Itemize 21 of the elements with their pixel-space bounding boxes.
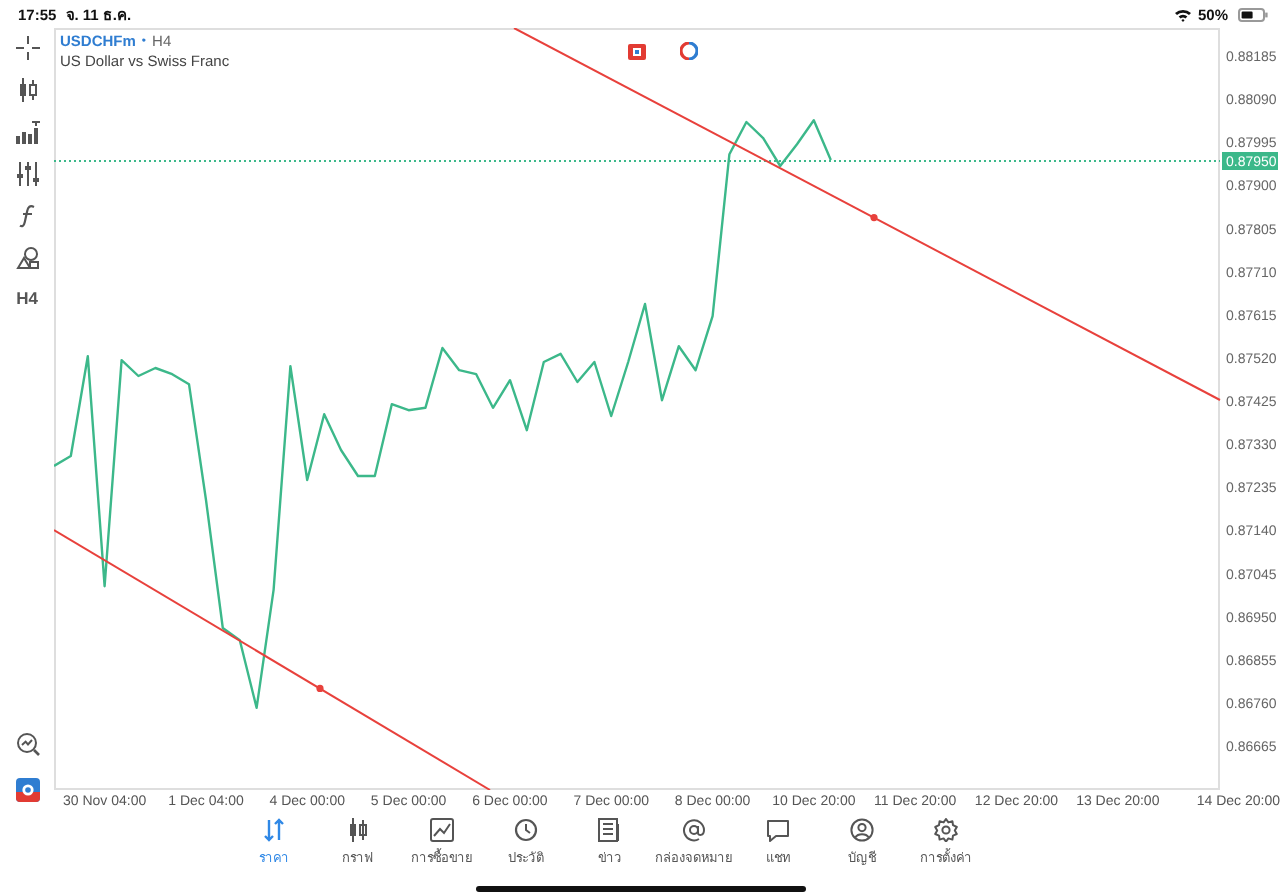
indicators-icon[interactable] xyxy=(15,120,39,144)
line-chart-icon xyxy=(430,818,454,842)
shapes-icon[interactable] xyxy=(15,246,39,270)
gear-icon xyxy=(934,818,958,842)
timeframe-button[interactable]: H4 xyxy=(16,288,38,308)
candlestick-icon xyxy=(346,818,370,842)
chat-bubble-icon xyxy=(766,818,790,842)
one-click-trading-icon[interactable] xyxy=(680,42,698,60)
app-logo-icon[interactable] xyxy=(15,778,39,802)
history-icon xyxy=(514,818,538,842)
transfer-arrows-icon xyxy=(262,818,286,842)
candlestick-icon[interactable] xyxy=(15,78,39,102)
at-sign-icon xyxy=(682,818,706,842)
newspaper-icon xyxy=(598,818,622,842)
wifi-icon xyxy=(1173,7,1192,21)
function-icon[interactable] xyxy=(15,204,39,228)
user-icon xyxy=(850,818,874,842)
chart-search-icon[interactable] xyxy=(15,732,39,756)
sliders-icon[interactable] xyxy=(15,162,39,186)
battery-icon xyxy=(1238,7,1268,21)
crosshair-icon[interactable] xyxy=(15,36,39,60)
